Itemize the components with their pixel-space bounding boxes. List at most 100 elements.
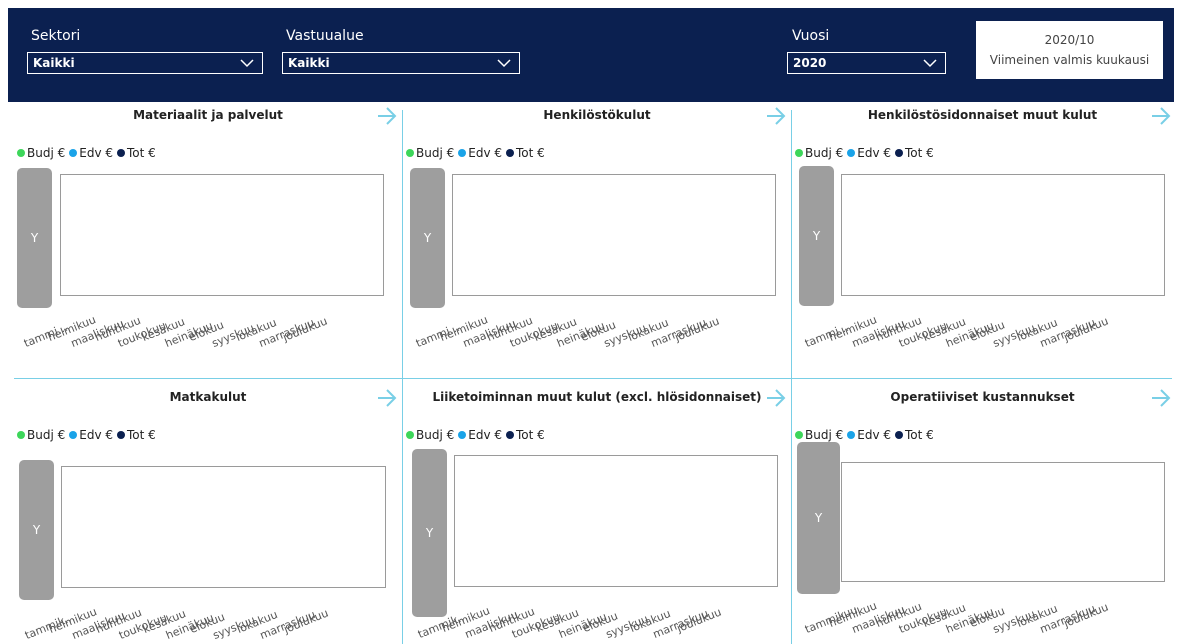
- legend-dot-icon: [458, 149, 467, 157]
- legend-label: Budj €: [805, 146, 844, 160]
- legend-dot-icon: [406, 431, 414, 439]
- legend-item: Edv €: [69, 146, 113, 160]
- legend-label: Tot €: [905, 146, 934, 160]
- legend-dot-icon: [506, 149, 514, 157]
- panel-title: Henkilöstösidonnaiset muut kulut: [867, 108, 1098, 122]
- panel-title: Materiaalit ja palvelut: [133, 108, 283, 122]
- legend-label: Edv €: [79, 428, 113, 442]
- legend-label: Tot €: [127, 146, 156, 160]
- chevron-down-icon: [240, 59, 254, 68]
- legend-dot-icon: [17, 149, 25, 157]
- legend-dot-icon: [847, 149, 856, 157]
- drillthrough-arrow-icon[interactable]: [376, 106, 398, 126]
- chart-legend: Budj € Edv € Tot €: [406, 428, 549, 442]
- legend-dot-icon: [69, 149, 78, 157]
- panel-title: Matkakulut: [169, 390, 247, 404]
- drillthrough-arrow-icon[interactable]: [1150, 388, 1172, 408]
- legend-dot-icon: [458, 431, 467, 439]
- legend-label: Tot €: [516, 146, 545, 160]
- legend-dot-icon: [895, 149, 903, 157]
- legend-dot-icon: [17, 431, 25, 439]
- sektori-dropdown[interactable]: Kaikki: [27, 52, 263, 74]
- legend-label: Edv €: [857, 428, 891, 442]
- legend-dot-icon: [847, 431, 856, 439]
- legend-dot-icon: [69, 431, 78, 439]
- legend-item: Edv €: [458, 428, 502, 442]
- chevron-down-icon: [923, 59, 937, 68]
- sektori-value: Kaikki: [33, 56, 75, 70]
- legend-label: Budj €: [27, 428, 66, 442]
- vastuualue-dropdown[interactable]: Kaikki: [282, 52, 520, 74]
- legend-item: Budj €: [17, 428, 65, 442]
- plot-area: [841, 174, 1165, 296]
- legend-dot-icon: [795, 149, 803, 157]
- legend-item: Budj €: [406, 428, 454, 442]
- legend-dot-icon: [117, 431, 125, 439]
- legend-label: Edv €: [79, 146, 113, 160]
- legend-item: Edv €: [458, 146, 502, 160]
- drillthrough-arrow-icon[interactable]: [1150, 106, 1172, 126]
- y-axis-field-well[interactable]: Y: [19, 460, 54, 600]
- legend-dot-icon: [506, 431, 514, 439]
- legend-item: Tot €: [895, 146, 934, 160]
- legend-item: Tot €: [506, 146, 545, 160]
- status-caption: Viimeinen valmis kuukausi: [989, 53, 1150, 67]
- chart-legend: Budj € Edv € Tot €: [17, 428, 160, 442]
- y-axis-field-well[interactable]: Y: [799, 166, 834, 306]
- y-axis-field-well[interactable]: Y: [412, 449, 447, 617]
- plot-area: [61, 466, 386, 588]
- plot-area: [60, 174, 384, 296]
- chevron-down-icon: [497, 59, 511, 68]
- legend-item: Tot €: [895, 428, 934, 442]
- vuosi-value: 2020: [793, 56, 827, 70]
- grid-divider: [14, 378, 1172, 379]
- chart-legend: Budj € Edv € Tot €: [17, 146, 160, 160]
- drillthrough-arrow-icon[interactable]: [376, 388, 398, 408]
- chart-legend: Budj € Edv € Tot €: [795, 428, 938, 442]
- drillthrough-arrow-icon[interactable]: [765, 388, 787, 408]
- legend-label: Budj €: [805, 428, 844, 442]
- vastuualue-value: Kaikki: [288, 56, 330, 70]
- panel-title: Liiketoiminnan muut kulut (excl. hlösido…: [432, 390, 762, 404]
- legend-label: Edv €: [857, 146, 891, 160]
- y-axis-field-well[interactable]: Y: [797, 442, 840, 594]
- legend-dot-icon: [795, 431, 803, 439]
- y-axis-field-well[interactable]: Y: [17, 168, 52, 308]
- legend-item: Edv €: [847, 146, 891, 160]
- vastuualue-label: Vastuualue: [286, 28, 364, 44]
- status-box: 2020/10 Viimeinen valmis kuukausi: [976, 21, 1163, 79]
- legend-item: Budj €: [406, 146, 454, 160]
- chart-legend: Budj € Edv € Tot €: [406, 146, 549, 160]
- legend-item: Tot €: [117, 146, 156, 160]
- vuosi-dropdown[interactable]: 2020: [787, 52, 946, 74]
- chart-legend: Budj € Edv € Tot €: [795, 146, 938, 160]
- legend-label: Budj €: [27, 146, 66, 160]
- legend-item: Edv €: [847, 428, 891, 442]
- vuosi-label: Vuosi: [792, 28, 830, 44]
- legend-dot-icon: [406, 149, 414, 157]
- plot-area: [452, 174, 776, 296]
- plot-area: [454, 455, 778, 587]
- legend-label: Tot €: [516, 428, 545, 442]
- legend-label: Edv €: [468, 428, 502, 442]
- legend-label: Edv €: [468, 146, 502, 160]
- panel-title: Operatiiviset kustannukset: [890, 390, 1075, 404]
- y-axis-field-well[interactable]: Y: [410, 168, 445, 308]
- sektori-label: Sektori: [31, 28, 81, 44]
- legend-item: Tot €: [506, 428, 545, 442]
- legend-label: Budj €: [416, 146, 455, 160]
- legend-item: Edv €: [69, 428, 113, 442]
- legend-label: Tot €: [905, 428, 934, 442]
- status-period: 2020/10: [1044, 33, 1095, 47]
- legend-item: Budj €: [795, 146, 843, 160]
- legend-dot-icon: [117, 149, 125, 157]
- drillthrough-arrow-icon[interactable]: [765, 106, 787, 126]
- panel-title: Henkilöstökulut: [543, 108, 651, 122]
- legend-item: Budj €: [17, 146, 65, 160]
- legend-item: Tot €: [117, 428, 156, 442]
- legend-label: Budj €: [416, 428, 455, 442]
- plot-area: [841, 462, 1165, 582]
- legend-item: Budj €: [795, 428, 843, 442]
- filter-header: Sektori Kaikki Vastuualue Kaikki Vuosi 2…: [8, 8, 1174, 102]
- legend-dot-icon: [895, 431, 903, 439]
